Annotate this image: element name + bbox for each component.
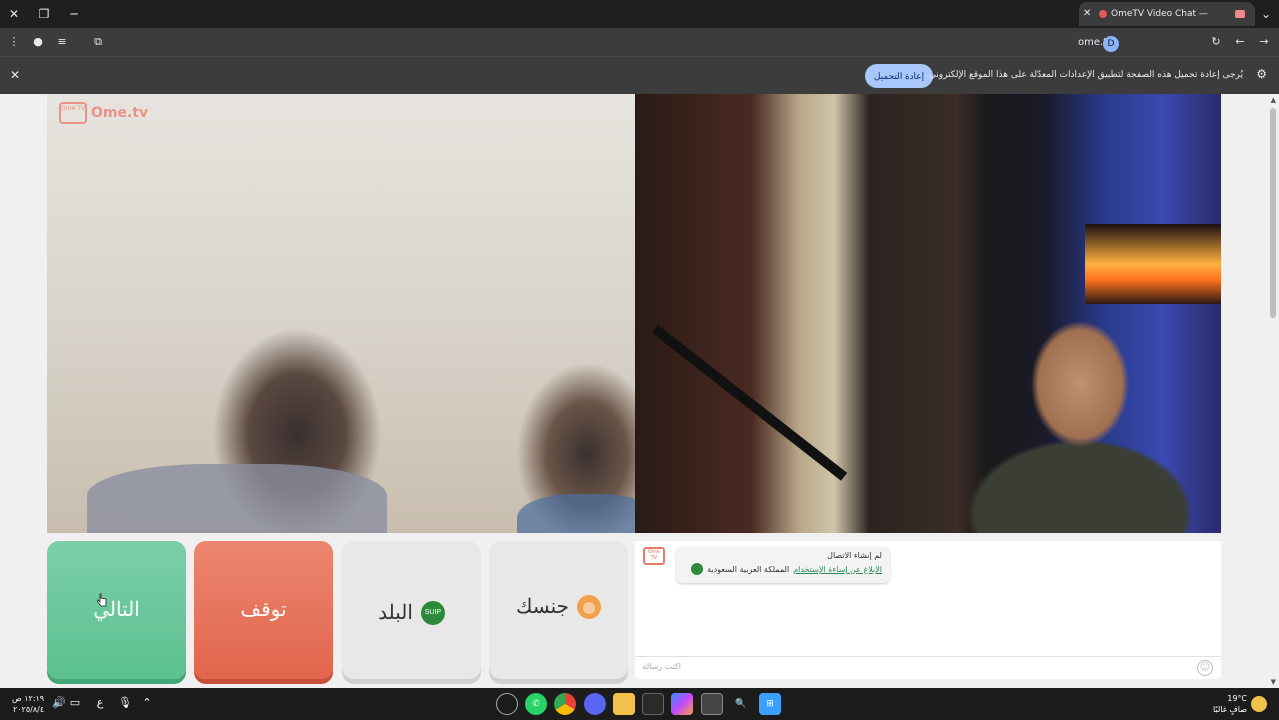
back-icon[interactable]: ← [1232,34,1248,50]
copilot-icon[interactable] [671,693,693,715]
chat-panel: Ome TV لم إنشاء الاتصال الإبلاغ عن إساءة… [635,541,1221,679]
next-button[interactable]: التالي [47,541,186,679]
task-view-icon[interactable] [701,693,723,715]
chat-input-area[interactable]: اكتب رسالة ☺ [635,656,1221,679]
tab-close-icon[interactable]: ✕ [1083,2,1091,26]
store-icon[interactable] [642,693,664,715]
video-figure-2 [517,494,635,533]
extension-icon[interactable]: ● [30,34,46,50]
logo-tv-icon: Ome TV [59,102,87,124]
weather-widget[interactable]: 19°C صافٍ غالبًا [1213,693,1267,715]
ometv-favicon-icon [1099,10,1107,18]
minimize-window-icon[interactable]: ─ [64,4,84,24]
scroll-down-icon[interactable]: ▼ [1271,678,1276,686]
reload-icon[interactable]: ↻ [1208,34,1224,50]
stranger-video: Ome TV Ome.tv [47,94,635,533]
system-clock[interactable]: ١٢:١٩ ص ٢٠٢٥/٨/٤ [12,693,44,715]
audio-playing-icon[interactable] [1235,10,1245,18]
country-label: البلد [378,601,413,624]
taskbar: ١٢:١٩ ص ٢٠٢٥/٨/٤ 🔊 ▭ ع 🎙 ⌃ ✆ 🔍 ⊞ 19°C صا… [0,688,1279,720]
logo-text: Ome.tv [91,105,149,121]
reload-button[interactable]: إعادة التحميل [865,64,933,88]
message-input[interactable]: اكتب رسالة [642,662,681,671]
search-icon[interactable]: 🔍 [730,693,752,715]
microphone-icon[interactable]: 🎙 [118,696,132,710]
partner-country: المملكة العربية السعودية [707,564,790,574]
scroll-up-icon[interactable]: ▲ [1271,96,1276,104]
file-explorer-icon[interactable] [613,693,635,715]
system-message: لم إنشاء الاتصال الإبلاغ عن إساءة الإستخ… [676,547,890,583]
scroll-thumb[interactable] [1270,108,1276,318]
tune-icon[interactable]: ≡ [54,34,70,50]
stop-label: توقف [240,599,287,621]
start-icon[interactable]: ⊞ [759,693,781,715]
tab-bar: ✕ ❐ ─ + ✕ OmeTV Video Chat — Ome ⌄ [0,0,1279,28]
extensions-puzzle-icon[interactable]: ⧉ [90,34,106,50]
restore-window-icon[interactable]: ❐ [34,4,54,24]
settings-gear-icon: ⚙ [1256,67,1267,81]
connection-status: لم إنشاء الاتصال [827,551,882,560]
chrome-icon[interactable] [554,693,576,715]
stop-button[interactable]: توقف [194,541,333,679]
gender-button[interactable]: جنسك [489,541,628,679]
tab-title: OmeTV Video Chat — Ome [1111,9,1211,19]
video-figure [87,464,387,533]
report-abuse-link[interactable]: الإبلاغ عن إساءة الإستخدام [793,565,882,574]
weather-condition: صافٍ غالبًا [1213,705,1247,714]
clock-time: ١٢:١٩ ص [12,694,45,703]
app-icon-1[interactable] [496,693,518,715]
self-video [635,94,1221,533]
close-window-icon[interactable]: ✕ [4,4,24,24]
site-info-icon[interactable]: D [1103,36,1119,52]
page-content: Ome TV Ome.tv التالي توقف SUIP البلد جنس… [0,94,1279,688]
page-scrollbar[interactable]: ▲ ▼ [1267,94,1279,688]
self-person [935,274,1221,533]
menu-icon[interactable]: ⋮ [6,34,22,50]
network-icon[interactable]: ▭ [68,696,82,710]
discord-icon[interactable] [584,693,606,715]
chat-ometv-logo-icon: Ome TV [643,547,665,565]
ometv-logo: Ome TV Ome.tv [59,102,148,124]
saudi-flag-icon: SUIP [420,600,445,625]
browser-toolbar: ⋮ ● ≡ ⧉ ☆ ⧈ ▭ ome.tv D ↻ ← → [0,28,1279,56]
reload-infobar: ✕ إعادة التحميل يُرجى إعادة تحميل هذه ال… [0,56,1279,94]
address-bar[interactable]: ome.tv D [118,30,1203,54]
language-indicator[interactable]: ع [93,696,107,710]
weather-sun-icon [1251,696,1267,712]
clock-date: ٢٠٢٥/٨/٤ [12,705,45,714]
forward-icon[interactable]: → [1256,34,1272,50]
mic-stand [651,325,848,481]
emoji-icon[interactable]: ☺ [1197,660,1213,676]
country-flag-icon [691,563,704,575]
volume-icon[interactable]: 🔊 [52,696,66,710]
country-button[interactable]: SUIP البلد [342,541,481,679]
tab-ometv[interactable]: ✕ OmeTV Video Chat — Ome [1079,2,1255,26]
hand-cursor-icon [97,593,107,607]
weather-temperature: 19°C [1227,694,1247,703]
whatsapp-icon[interactable]: ✆ [525,693,547,715]
tab-search-icon[interactable]: ⌄ [1256,4,1276,24]
tray-chevron-icon[interactable]: ⌃ [140,696,154,710]
gender-label: جنسك [515,596,570,618]
infobar-message: يُرجى إعادة تحميل هذه الصفحة لتطبيق الإع… [925,70,1243,80]
female-avatar-icon [577,595,602,619]
infobar-close-icon[interactable]: ✕ [10,68,20,82]
